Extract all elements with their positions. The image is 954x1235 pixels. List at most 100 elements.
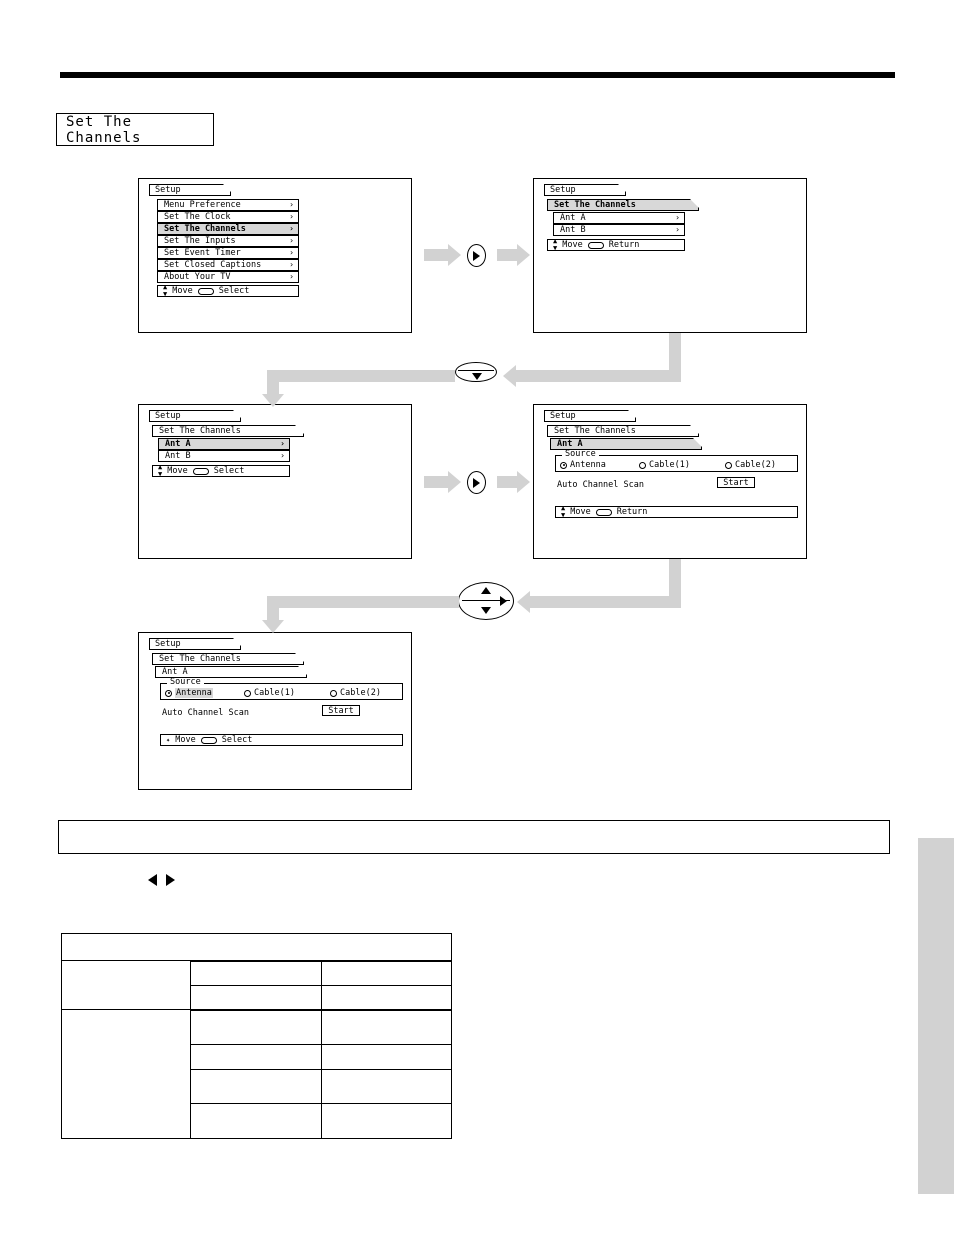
osd3-tab-set-the-channels: Set The Channels xyxy=(152,425,304,437)
osd3-item-ant-a[interactable]: Ant A › xyxy=(158,438,290,450)
page-title: Set The Channels xyxy=(56,113,214,146)
osd1-item-about-your-tv[interactable]: About Your TV › xyxy=(157,271,299,283)
flow-arrow-1b-head xyxy=(517,244,530,266)
osd5-source-legend: Source xyxy=(167,678,204,687)
osd4-option-cable1[interactable]: Cable(1) xyxy=(639,460,690,470)
enter-key-icon xyxy=(192,467,209,475)
enter-key-icon xyxy=(200,736,217,744)
osd1-item-set-event-timer[interactable]: Set Event Timer › xyxy=(157,247,299,259)
chevron-right-icon: › xyxy=(289,272,294,281)
flow-arrow-2a-head xyxy=(503,365,516,387)
osd5-tab-set-the-channels: Set The Channels xyxy=(152,653,304,665)
osd2-header: Setup xyxy=(544,184,626,196)
table-cell xyxy=(190,1010,322,1045)
osd1-item-menu-preference[interactable]: Menu Preference › xyxy=(157,199,299,211)
chevron-right-icon: › xyxy=(675,225,680,234)
chevron-right-icon: › xyxy=(289,260,294,269)
osd4-start-button-label: Start xyxy=(723,477,749,488)
radio-unselected-icon xyxy=(330,689,337,697)
osd-screen-setup-menu: Setup Menu Preference › Set The Clock › … xyxy=(138,178,412,333)
flow-arrow-4b-vert xyxy=(267,596,279,620)
up-down-icon: ▲ ▼ xyxy=(553,237,558,252)
osd5-tab-label: Set The Channels xyxy=(159,653,241,664)
enter-key-icon xyxy=(197,287,214,295)
arrow-right-icon xyxy=(166,874,175,886)
osd5-option-antenna[interactable]: Antenna xyxy=(165,688,213,698)
osd1-item-label: Set Closed Captions xyxy=(164,259,262,270)
osd4-start-button[interactable]: Start xyxy=(717,477,755,488)
flow-arrow-2b-horiz xyxy=(279,370,455,382)
table-cell xyxy=(321,985,452,1010)
osd-screen-set-the-channels: Setup Set The Channels Ant A › Ant B › ▲… xyxy=(533,178,807,333)
up-down-icon: ▲ ▼ xyxy=(158,463,163,478)
osd4-guide-move-label: Move xyxy=(570,507,591,517)
osd1-item-set-the-clock[interactable]: Set The Clock › xyxy=(157,211,299,223)
osd1-item-set-closed-captions[interactable]: Set Closed Captions › xyxy=(157,259,299,271)
osd5-source-group: Source Antenna Cable(1) Cable(2) xyxy=(160,678,403,700)
osd4-tab-label: Set The Channels xyxy=(554,425,636,436)
osd4-header: Setup xyxy=(544,410,636,422)
header-rule xyxy=(60,72,895,78)
osd1-guide-bar: ▲ ▼ Move Select xyxy=(157,284,299,298)
osd4-option-cable2[interactable]: Cable(2) xyxy=(725,460,776,470)
osd3-header: Setup xyxy=(149,410,241,422)
radio-unselected-icon xyxy=(639,461,646,469)
osd5-option-cable2[interactable]: Cable(2) xyxy=(330,688,381,698)
osd2-tab-label: Set The Channels xyxy=(554,199,636,210)
table-cell xyxy=(190,1044,322,1070)
manual-page: Set The Channels Setup Menu Preference ›… xyxy=(0,0,954,1235)
chevron-right-icon: › xyxy=(289,236,294,245)
enter-key-icon xyxy=(595,508,612,516)
flow-arrow-2b-vert xyxy=(267,370,279,394)
table-cell xyxy=(61,933,452,961)
osd3-guide-action-label: Select xyxy=(213,466,245,476)
flow-arrow-3b xyxy=(497,476,517,488)
osd2-header-text: Setup xyxy=(550,184,576,195)
osd5-option-label: Cable(2) xyxy=(340,688,381,698)
flow-arrow-3a xyxy=(424,476,448,488)
osd4-source-legend: Source xyxy=(562,450,599,459)
osd1-guide-action-label: Select xyxy=(218,286,250,296)
osd1-item-set-the-inputs[interactable]: Set The Inputs › xyxy=(157,235,299,247)
osd5-guide-bar: ✦ Move Select xyxy=(160,734,403,746)
table-cell xyxy=(321,961,452,986)
osd2-item-ant-a[interactable]: Ant A › xyxy=(553,212,685,224)
flow-arrow-4a-head xyxy=(517,591,530,613)
osd5-subtab-label: Ant A xyxy=(162,666,188,677)
osd5-start-button[interactable]: Start xyxy=(322,705,360,716)
osd2-item-ant-b[interactable]: Ant B › xyxy=(553,224,685,236)
osd1-item-set-the-channels[interactable]: Set The Channels › xyxy=(157,223,299,235)
chevron-right-icon: › xyxy=(280,439,285,448)
osd1-item-label: Set The Channels xyxy=(164,223,246,234)
chevron-right-icon: › xyxy=(280,451,285,460)
osd3-tab-label: Set The Channels xyxy=(159,425,241,436)
table-cell xyxy=(190,961,322,986)
osd4-option-antenna[interactable]: Antenna xyxy=(560,460,606,470)
osd5-option-cable1[interactable]: Cable(1) xyxy=(244,688,295,698)
osd2-item-label: Ant B xyxy=(560,224,586,235)
chevron-right-icon: › xyxy=(675,213,680,222)
enter-key-icon xyxy=(587,241,604,249)
right-arrow-key-2 xyxy=(467,471,486,494)
table-cell xyxy=(61,1009,191,1139)
flow-arrow-3a-head xyxy=(448,471,461,493)
radio-selected-icon xyxy=(560,461,567,469)
osd4-guide-bar: ▲ ▼ Move Return xyxy=(555,505,798,519)
flow-arrow-4b-horiz xyxy=(279,596,459,608)
flow-arrow-2a-horiz xyxy=(516,370,681,382)
osd1-item-label: Set Event Timer xyxy=(164,247,241,258)
triangle-right-icon xyxy=(500,596,507,606)
arrow-left-icon xyxy=(148,874,157,886)
osd4-source-group: Source Antenna Cable(1) Cable(2) xyxy=(555,450,798,472)
flow-arrow-1a xyxy=(424,249,448,261)
flow-arrow-2b-head xyxy=(262,394,284,407)
osd1-header: Setup xyxy=(149,184,231,196)
page-title-text: Set The Channels xyxy=(66,113,142,146)
osd3-item-ant-b[interactable]: Ant B › xyxy=(158,450,290,462)
osd5-header-text: Setup xyxy=(155,638,181,649)
triangle-right-icon xyxy=(473,477,480,488)
chevron-right-icon: › xyxy=(289,248,294,257)
table-cell xyxy=(190,1103,322,1139)
osd4-option-label: Cable(1) xyxy=(649,460,690,470)
chevron-right-icon: › xyxy=(289,200,294,209)
